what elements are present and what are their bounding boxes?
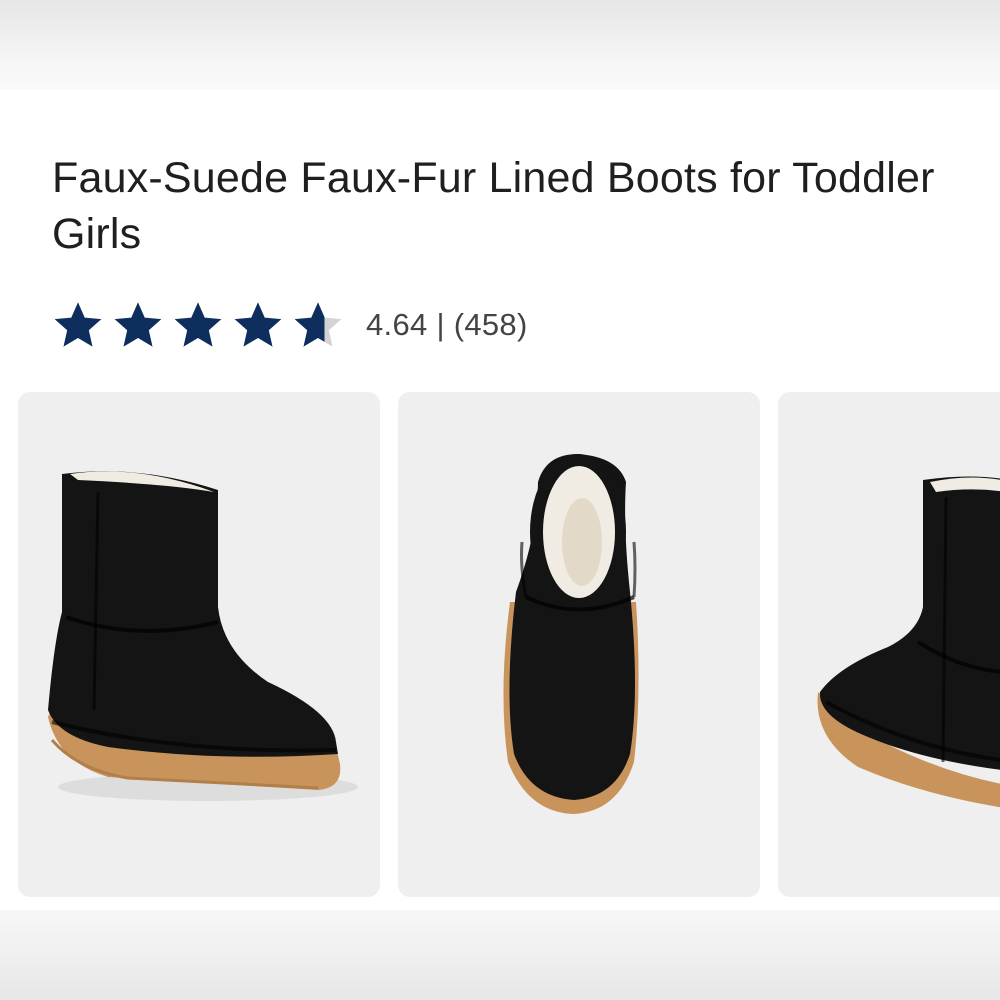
rating-row[interactable]: 4.64 | (458) [52,302,528,348]
boot-angled-view-image [817,476,1000,808]
boot-top-view-image [503,454,639,814]
rating-stars [52,299,352,351]
boot-side-view-image [48,471,358,801]
star-icon [234,302,282,347]
product-title: Faux-Suede Faux-Fur Lined Boots for Todd… [52,154,935,258]
product-card: Faux-Suede Faux-Fur Lined Boots for Todd… [0,90,1000,910]
star-icon [54,302,102,347]
star-icon [174,302,222,347]
bottom-blurred-edge [0,910,1000,1000]
rating-summary[interactable]: 4.64 | (458) [366,307,528,343]
top-blurred-edge [0,0,1000,90]
image-gallery[interactable] [18,392,1000,897]
star-half-icon [294,302,342,347]
star-icon [114,302,162,347]
gallery-image-2[interactable] [398,392,760,897]
gallery-image-1[interactable] [18,392,380,897]
gallery-image-3[interactable] [778,392,1000,897]
